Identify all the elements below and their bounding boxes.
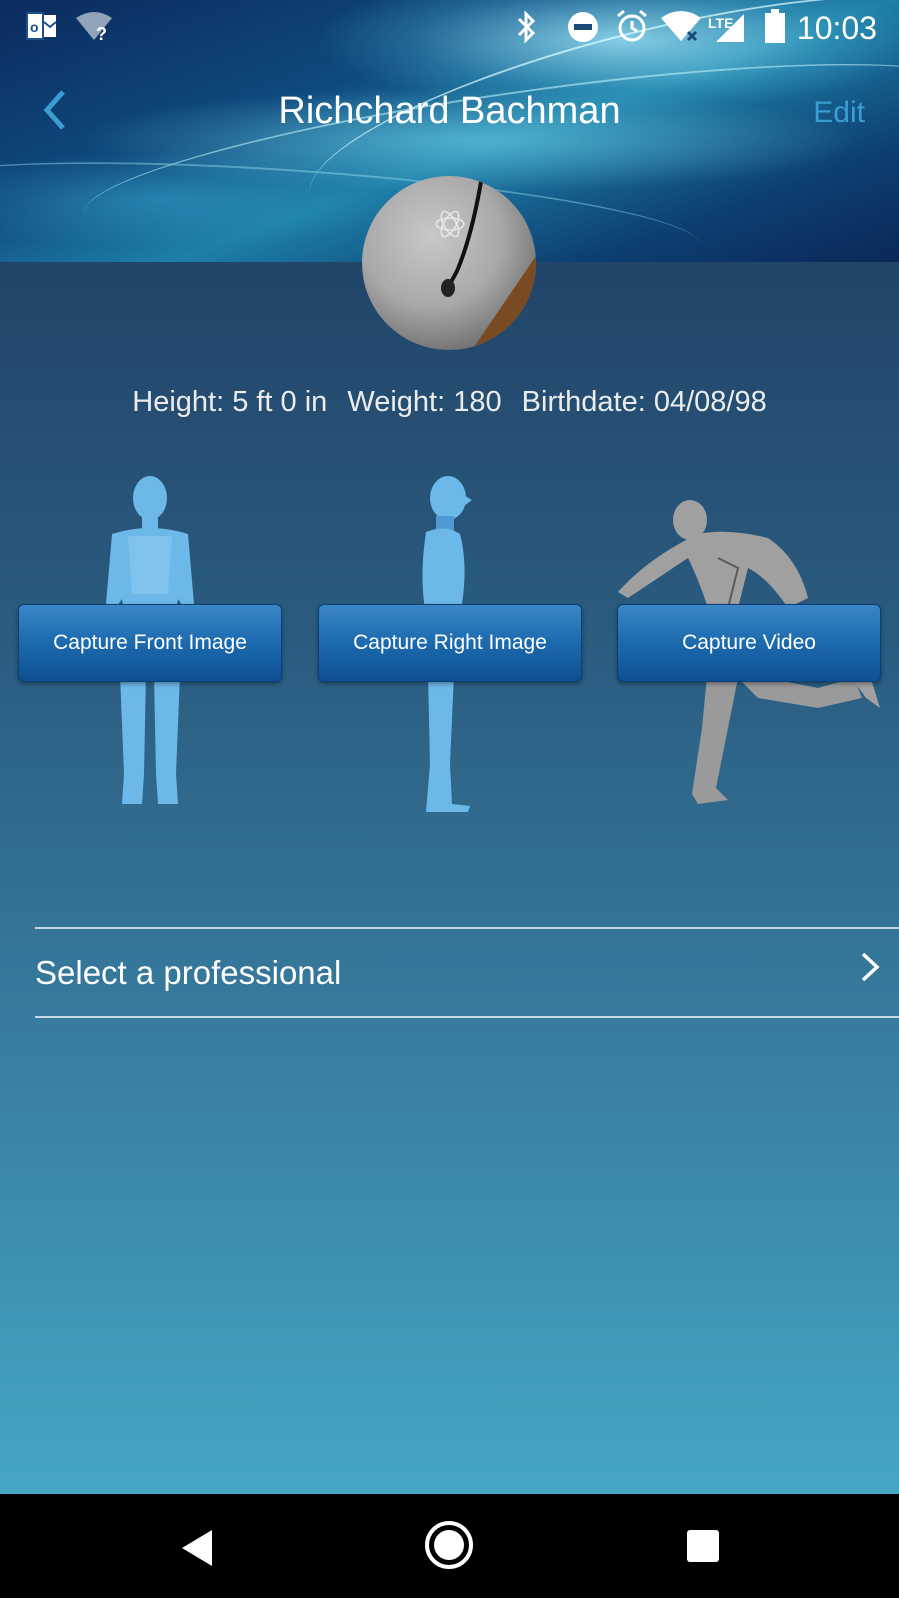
status-time: 10:03 — [796, 10, 877, 46]
select-professional-row[interactable]: Select a professional — [35, 930, 899, 1020]
birthdate-value: Birthdate: 04/08/98 — [521, 386, 767, 418]
capture-right-image-button[interactable]: Capture Right Image — [318, 604, 582, 682]
divider — [35, 1016, 899, 1018]
svg-text:?: ? — [96, 24, 107, 42]
capture-front-image-button[interactable]: Capture Front Image — [18, 604, 282, 682]
alarm-icon — [614, 8, 650, 52]
chevron-right-icon — [859, 950, 881, 993]
avatar[interactable] — [362, 176, 536, 350]
wifi-icon — [660, 10, 702, 50]
wifi-unknown-icon: ? — [74, 10, 114, 50]
svg-text:o: o — [30, 19, 39, 35]
page-title: Richchard Bachman — [278, 90, 621, 132]
signal-icon — [714, 12, 746, 50]
system-recents-icon[interactable] — [687, 1530, 719, 1562]
edit-button[interactable]: Edit — [813, 96, 865, 130]
avatar-photo — [435, 176, 536, 350]
battery-icon — [764, 8, 786, 52]
outlook-icon: o — [26, 12, 58, 48]
height-value: Height: 5 ft 0 in — [132, 386, 328, 418]
divider — [35, 927, 899, 929]
status-bar: o ? LTE 10:03 — [0, 0, 899, 54]
do-not-disturb-icon — [566, 10, 600, 52]
bluetooth-icon — [515, 10, 539, 52]
system-back-icon[interactable] — [182, 1530, 212, 1566]
weight-value: Weight: 180 — [347, 386, 502, 418]
capture-video-button[interactable]: Capture Video — [617, 604, 881, 682]
app-screen: o ? LTE 10:03 Richchard Bachman Edit Hei… — [0, 0, 899, 1494]
system-home-icon[interactable] — [425, 1521, 473, 1569]
select-professional-label: Select a professional — [35, 954, 342, 991]
navigation-bar: Richchard Bachman Edit — [0, 70, 899, 160]
profile-stats: Height: 5 ft 0 in Weight: 180 Birthdate:… — [0, 386, 899, 419]
